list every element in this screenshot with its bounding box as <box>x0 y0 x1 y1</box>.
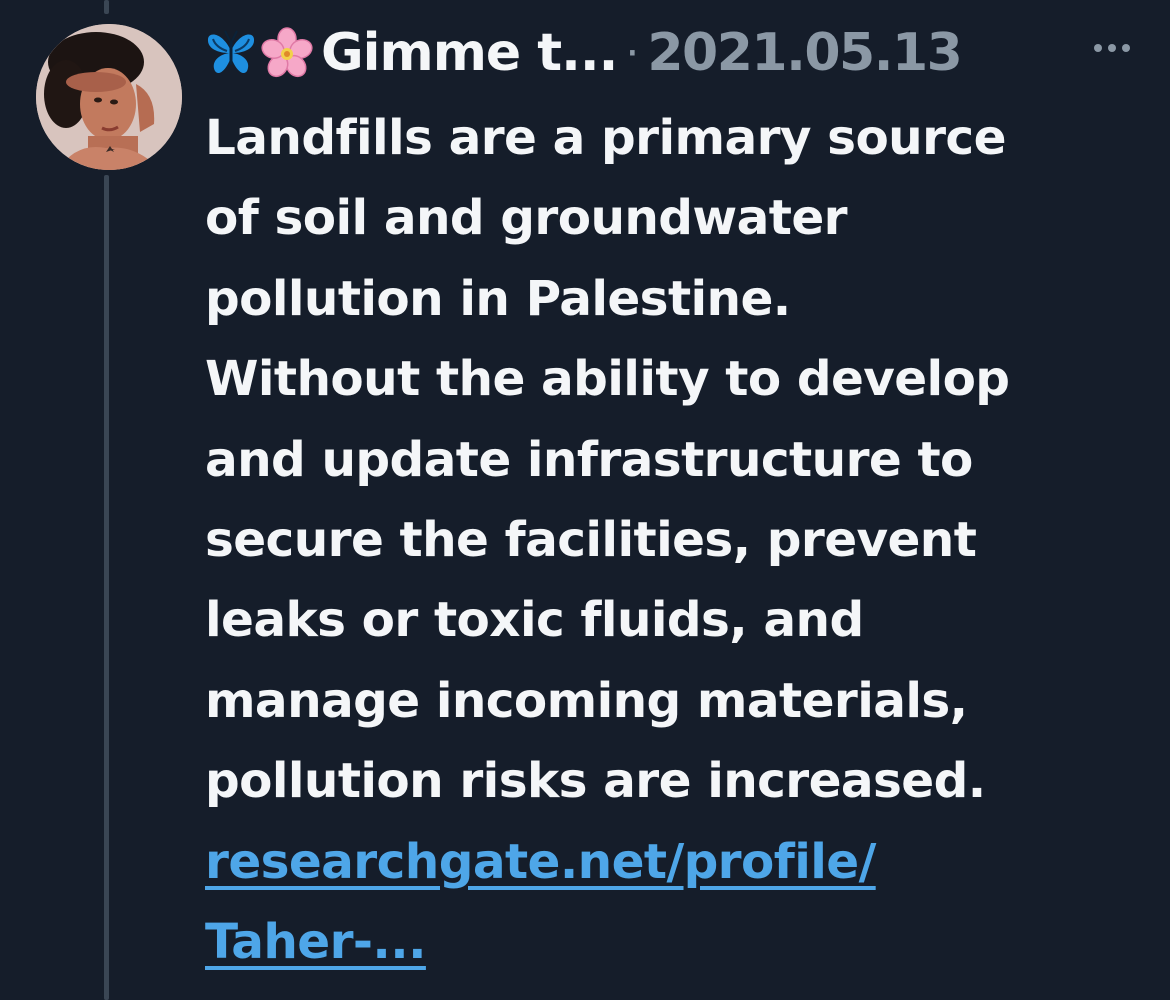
tweet-link[interactable]: Taher-... <box>205 902 1165 982</box>
more-horizontal-icon <box>1094 44 1130 52</box>
avatar[interactable] <box>36 24 182 170</box>
cherry-blossom-icon <box>261 27 313 79</box>
tweet-text-line: Without the ability to develop <box>205 351 1010 408</box>
tweet-text-line: manage incoming materials, <box>205 672 968 729</box>
avatar-image <box>36 24 182 170</box>
tweet-link[interactable]: researchgate.net/profile/ <box>205 822 1165 902</box>
tweet-text-line: Landfills are a primary source <box>205 110 1006 166</box>
tweet-text-line: of soil and groundwater <box>205 190 848 247</box>
tweet-text: Landfills are a primary source of soil a… <box>205 98 1165 982</box>
tweet-date[interactable]: 2021.05.13 <box>647 23 962 83</box>
separator-dot: · <box>625 27 640 79</box>
butterfly-icon <box>205 27 257 79</box>
tweet-header: Gimme t... · 2021.05.13 <box>205 22 1145 84</box>
display-name: Gimme t... <box>321 23 618 83</box>
tweet-text-line: pollution in Palestine. <box>205 270 791 327</box>
thread-line-top <box>104 0 109 14</box>
tweet-text-line: secure the facilities, prevent <box>205 512 977 569</box>
tweet-text-line: leaks or toxic fluids, and <box>205 592 864 649</box>
author-name[interactable]: Gimme t... <box>205 23 618 83</box>
more-options-button[interactable] <box>1087 28 1137 68</box>
thread-line <box>104 175 109 1000</box>
tweet-text-line: pollution risks are increased. <box>205 753 986 810</box>
tweet-text-line: and update infrastructure to <box>205 431 973 488</box>
